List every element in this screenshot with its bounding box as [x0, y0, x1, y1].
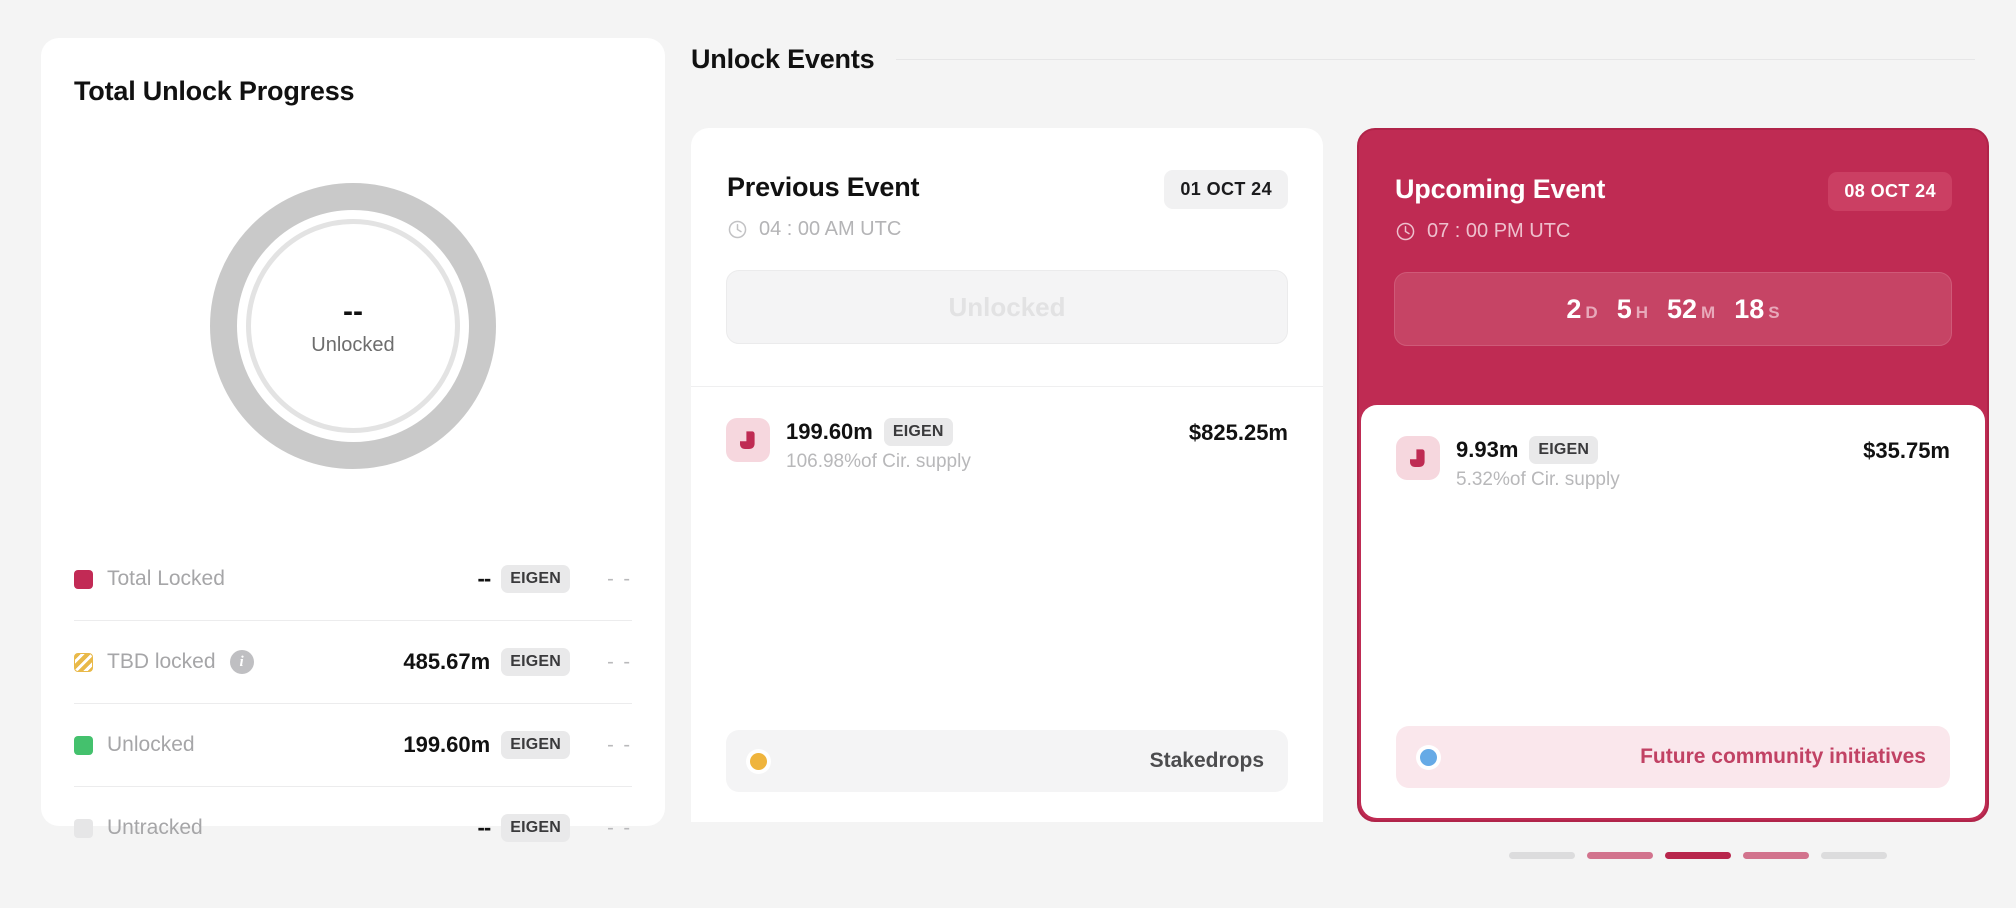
legend-row[interactable]: TBD locked i 485.67m EIGEN - - [74, 621, 632, 704]
legend-row[interactable]: Untracked -- EIGEN - - [74, 787, 632, 869]
upcoming-event-time-label: 07 : 00 PM UTC [1427, 220, 1571, 242]
legend-swatch-icon [74, 652, 93, 672]
upcoming-event-countdown: 2 D 5 H 52 M 18 S [1394, 272, 1952, 346]
previous-event-token-usd: $825.25m [1188, 420, 1288, 445]
clock-icon [727, 219, 748, 240]
donut-caption: Unlocked [311, 334, 395, 356]
heading-divider [896, 59, 1975, 60]
legend-ticker-badge: EIGEN [501, 814, 570, 842]
legend-ticker-badge: EIGEN [501, 565, 570, 593]
countdown-days-value: 2 [1566, 293, 1582, 324]
upcoming-event-token-percent: 5.32%of Cir. supply [1456, 469, 1620, 490]
upcoming-event-token-amount-line: 9.93m EIGEN [1456, 436, 1620, 464]
legend-swatch-icon [74, 569, 93, 589]
countdown-seconds-unit: S [1768, 302, 1780, 322]
countdown-days-unit: D [1585, 302, 1598, 322]
upcoming-event-token-usd: $35.75m [1863, 438, 1950, 463]
upcoming-event-token-info: 9.93m EIGEN 5.32%of Cir. supply [1456, 436, 1620, 491]
countdown-minutes-unit: M [1701, 302, 1716, 322]
unlock-events-heading: Unlock Events [691, 44, 1975, 75]
eigen-token-icon [1396, 436, 1440, 480]
legend-amount: 199.60m [403, 732, 491, 757]
previous-event-token-info: 199.60m EIGEN 106.98%of Cir. supply [786, 418, 971, 473]
legend-secondary-value: - - [607, 816, 632, 839]
countdown-minutes-value: 52 [1667, 293, 1698, 324]
page-title: Total Unlock Progress [74, 76, 355, 106]
unlock-dashboard: Total Unlock Progress -- Unlocked Total … [0, 0, 2016, 908]
upcoming-event-token-amount: 9.93m [1456, 437, 1519, 462]
legend-ticker-badge: EIGEN [501, 648, 570, 676]
countdown-timer: 2 D 5 H 52 M 18 S [1566, 294, 1779, 325]
previous-event-token-amount: 199.60m [786, 419, 873, 444]
carousel-pagination[interactable] [1509, 852, 1887, 859]
unlock-progress-donut: -- Unlocked [210, 183, 496, 469]
countdown-hours-value: 5 [1616, 293, 1632, 324]
section-title: Unlock Events [691, 44, 875, 74]
previous-event-token-ticker: EIGEN [883, 418, 953, 446]
legend-row[interactable]: Total Locked -- EIGEN - - [74, 538, 632, 621]
legend-secondary-value: - - [607, 567, 632, 590]
upcoming-event-header: Upcoming Event 08 OCT 24 07 : 00 PM UTC … [1359, 130, 1987, 405]
pagination-bar[interactable] [1587, 852, 1653, 859]
upcoming-event-time: 07 : 00 PM UTC [1395, 220, 1570, 243]
legend-label: Total Locked [107, 567, 225, 590]
legend-amount: -- [477, 815, 492, 840]
previous-event-status: Unlocked [726, 270, 1288, 344]
legend-ticker-badge: EIGEN [501, 731, 570, 759]
eigen-token-icon [726, 418, 770, 462]
pagination-bar[interactable] [1509, 852, 1575, 859]
legend-label: Unlocked [107, 733, 195, 756]
tag-dot-icon [750, 752, 767, 770]
previous-event-token-row: 199.60m EIGEN 106.98%of Cir. supply $825… [726, 418, 1288, 473]
upcoming-event-body: 9.93m EIGEN 5.32%of Cir. supply $35.75m … [1361, 405, 1985, 818]
legend-row[interactable]: Unlocked 199.60m EIGEN - - [74, 704, 632, 787]
donut-value: -- [343, 295, 363, 328]
previous-event-time: 04 : 00 AM UTC [727, 218, 901, 241]
pagination-bar-active[interactable] [1665, 852, 1731, 859]
previous-event-token-percent: 106.98%of Cir. supply [786, 451, 971, 472]
legend-secondary-value: - - [607, 733, 632, 756]
pagination-bar[interactable] [1821, 852, 1887, 859]
legend-amount: -- [477, 566, 492, 591]
previous-event-title: Previous Event [727, 172, 920, 202]
previous-event-tag-label: Stakedrops [1149, 749, 1264, 772]
previous-event-body: 199.60m EIGEN 106.98%of Cir. supply $825… [691, 386, 1323, 822]
legend-label: TBD locked [107, 650, 216, 673]
unlock-legend: Total Locked -- EIGEN - - TBD locked i 4… [74, 538, 632, 869]
total-unlock-progress-card: Total Unlock Progress -- Unlocked Total … [41, 38, 665, 842]
upcoming-event-token-row: 9.93m EIGEN 5.32%of Cir. supply $35.75m [1396, 436, 1950, 491]
previous-event-tag-bar[interactable]: Stakedrops [726, 730, 1288, 792]
previous-event-card[interactable]: Previous Event 01 OCT 24 04 : 00 AM UTC … [691, 128, 1323, 822]
upcoming-event-tag-bar[interactable]: Future community initiatives [1396, 726, 1950, 788]
tag-dot-icon [1420, 748, 1437, 766]
pagination-bar[interactable] [1743, 852, 1809, 859]
legend-swatch-icon [74, 818, 93, 838]
legend-swatch-icon [74, 735, 93, 755]
countdown-seconds-value: 18 [1734, 293, 1765, 324]
previous-event-date-badge: 01 OCT 24 [1164, 170, 1288, 209]
upcoming-event-tag-label: Future community initiatives [1640, 745, 1926, 768]
upcoming-event-date-badge: 08 OCT 24 [1828, 172, 1952, 211]
countdown-hours-unit: H [1635, 302, 1648, 322]
legend-amount: 485.67m [403, 649, 491, 674]
previous-event-header: Previous Event 01 OCT 24 04 : 00 AM UTC … [691, 128, 1323, 386]
clock-icon [1395, 221, 1416, 242]
previous-event-token-amount-line: 199.60m EIGEN [786, 418, 971, 446]
previous-event-time-label: 04 : 00 AM UTC [759, 218, 902, 240]
upcoming-event-title: Upcoming Event [1395, 174, 1606, 204]
donut-center-label: -- Unlocked [210, 183, 496, 469]
legend-label: Untracked [107, 816, 203, 839]
upcoming-event-token-ticker: EIGEN [1529, 436, 1599, 464]
info-icon[interactable]: i [229, 650, 254, 674]
upcoming-event-card[interactable]: Upcoming Event 08 OCT 24 07 : 00 PM UTC … [1357, 128, 1989, 822]
legend-secondary-value: - - [607, 650, 632, 673]
